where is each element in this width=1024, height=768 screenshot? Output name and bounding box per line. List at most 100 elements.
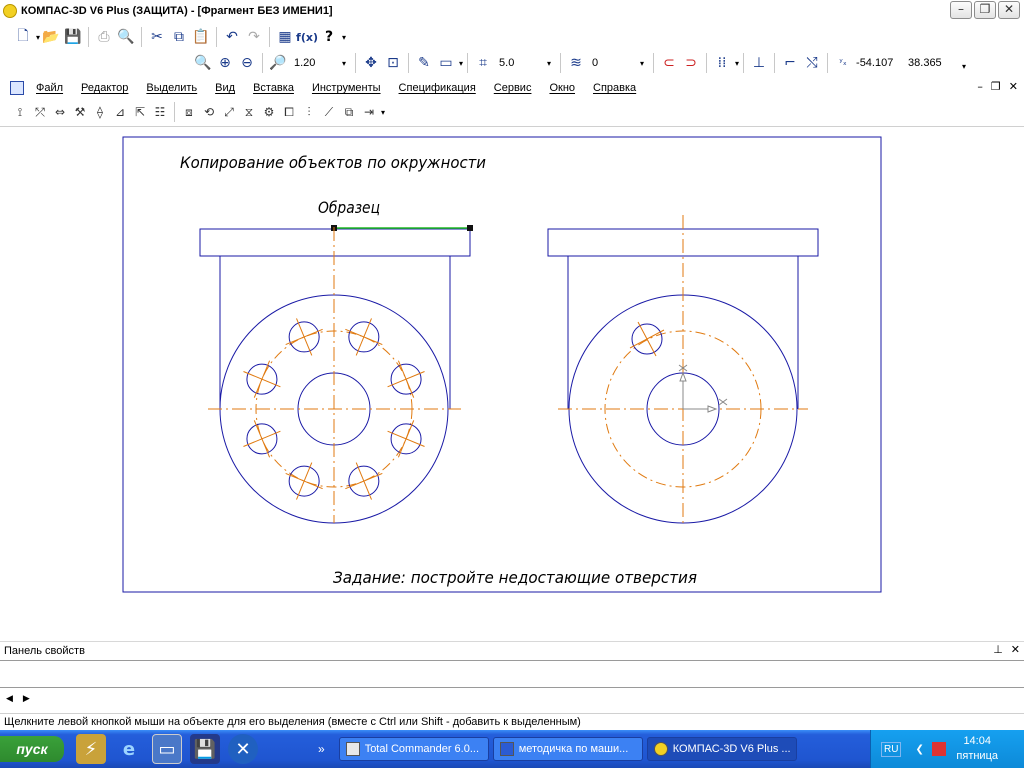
internet-explorer-icon[interactable]: e (114, 734, 144, 764)
menu-item-service[interactable]: Сервис (494, 82, 532, 94)
parametrization-tool-icon[interactable]: ⟠ (90, 101, 110, 123)
doc-minimize-icon[interactable]: – (977, 80, 983, 93)
menu-item-view[interactable]: Вид (215, 82, 235, 94)
copy-array-icon[interactable]: ⚙ (259, 101, 279, 123)
selection-handle[interactable] (467, 225, 473, 231)
print-preview-icon[interactable]: 🔍 (115, 26, 137, 48)
sample-top-plate[interactable] (199, 228, 471, 257)
scale-icon[interactable]: ⤢ (219, 101, 239, 123)
winamp-icon[interactable]: ⚡ (76, 734, 106, 764)
task-total-commander[interactable]: Total Commander 6.0... (338, 737, 489, 761)
style-dropdown-icon[interactable]: ▾ (459, 59, 463, 68)
line-style-icon[interactable]: ✎ (413, 52, 435, 74)
language-indicator[interactable]: RU (881, 741, 902, 757)
layer-field[interactable]: 0 ▾ (587, 54, 650, 72)
menu-item-editor[interactable]: Редактор (81, 82, 128, 94)
grid-icon[interactable]: ⁞⁞ (711, 52, 733, 74)
deform-icon[interactable]: ⧠ (279, 101, 299, 123)
cut-icon[interactable]: ✂ (146, 26, 168, 48)
group-icon[interactable]: ⧉ (339, 101, 359, 123)
explode-icon[interactable]: ⇥ (359, 101, 379, 123)
task-part[interactable] (547, 215, 819, 524)
edit-tool-icon[interactable]: ⚒ (70, 101, 90, 123)
menu-item-select[interactable]: Выделить (146, 82, 197, 94)
tools-dropdown-icon[interactable]: ▾ (381, 108, 385, 117)
measure-tool-icon[interactable]: ⊿ (110, 101, 130, 123)
coordinates-dropdown-icon[interactable]: ▾ (962, 62, 966, 71)
sample-part[interactable] (199, 225, 473, 524)
context-help-button[interactable]: ? (318, 26, 340, 48)
title-bar[interactable]: КОМПАС-3D V6 Plus (ЗАЩИТА) - [Фрагмент Б… (0, 0, 1024, 22)
grid-dropdown-icon[interactable]: ▾ (735, 59, 739, 68)
local-coordinate-system-icon[interactable]: ⊥ (748, 52, 770, 74)
snap-magnet-icon[interactable]: ⊂ (658, 52, 680, 74)
cursor-step-field[interactable]: 5.0 ▾ (494, 54, 557, 72)
quick-launch-overflow[interactable]: » (318, 742, 325, 756)
chevron-down-icon[interactable]: ▾ (640, 59, 644, 68)
drawing-canvas[interactable]: Копирование объектов по окружности Образ… (0, 126, 1024, 636)
spec-tool-icon[interactable]: ☷ (150, 101, 170, 123)
dimension-tool-icon[interactable]: ⇔ (50, 101, 70, 123)
menu-item-file[interactable]: Файл (36, 82, 63, 94)
doc-close-icon[interactable]: ✕ (1009, 80, 1018, 93)
cursor-step-icon[interactable]: ⌗ (472, 52, 494, 74)
menu-item-help[interactable]: Справка (593, 82, 636, 94)
floppy-icon[interactable]: 💾 (190, 734, 220, 764)
menu-item-window[interactable]: Окно (549, 82, 575, 94)
network-icon[interactable]: ✕ (228, 734, 258, 764)
ortho-mode-icon[interactable]: ⌐ (779, 52, 801, 74)
mirror-icon[interactable]: ⧖ (239, 101, 259, 123)
maximize-button[interactable]: ❐ (974, 1, 996, 19)
pan-icon[interactable]: ✥ (360, 52, 382, 74)
round-off-icon[interactable]: ⤭ (801, 52, 823, 74)
chevron-down-icon[interactable]: ▾ (342, 59, 346, 68)
minimize-button[interactable]: – (950, 1, 972, 19)
document-icon[interactable] (10, 81, 24, 95)
zoom-window-icon[interactable]: 🔍 (192, 52, 214, 74)
close-icon[interactable]: ✕ (1011, 643, 1020, 656)
geometry-tool-icon[interactable]: ⟟ (10, 101, 30, 123)
rotate-icon[interactable]: ⟲ (199, 101, 219, 123)
pin-icon[interactable]: ⊥ (993, 643, 1003, 656)
chevron-down-icon[interactable]: ▾ (547, 59, 551, 68)
doc-restore-icon[interactable]: ❐ (991, 80, 1001, 93)
print-icon[interactable]: ⎙ (93, 26, 115, 48)
move-icon[interactable]: ⧈ (179, 101, 199, 123)
task-word-document[interactable]: методичка по маши... (492, 737, 643, 761)
undo-icon[interactable]: ↶ (221, 26, 243, 48)
menu-item-tools[interactable]: Инструменты (312, 82, 381, 94)
show-desktop-icon[interactable]: ▭ (152, 734, 182, 764)
local-snap-magnet-icon[interactable]: ⊃ (680, 52, 702, 74)
open-folder-icon[interactable]: 📂 (40, 26, 62, 48)
break-icon[interactable]: ⟋ (319, 101, 339, 123)
antivirus-icon[interactable] (931, 742, 946, 756)
zoom-scale-field[interactable]: 1.20 ▾ (289, 54, 351, 72)
calculator-icon[interactable]: ▦ (274, 26, 296, 48)
paste-icon[interactable]: 📋 (190, 26, 212, 48)
close-button[interactable]: ✕ (998, 1, 1020, 19)
menu-item-specification[interactable]: Спецификация (399, 82, 476, 94)
layers-icon[interactable]: ≋ (565, 52, 587, 74)
show-all-icon[interactable]: ⊡ (382, 52, 404, 74)
menu-item-insert[interactable]: Вставка (253, 82, 294, 94)
zoom-in-icon[interactable]: ⊕ (214, 52, 236, 74)
copy-icon[interactable]: ⧉ (168, 26, 190, 48)
select-tool-icon[interactable]: ⇱ (130, 101, 150, 123)
save-icon[interactable]: 💾 (62, 26, 84, 48)
help-dropdown-icon[interactable]: ▾ (342, 33, 346, 42)
show-hidden-icons-icon[interactable]: ❮ (915, 744, 923, 755)
fill-style-icon[interactable]: ▭ (435, 52, 457, 74)
zoom-scale-icon[interactable]: 🔎 (267, 52, 289, 74)
variables-fx-button[interactable]: f(x) (296, 26, 318, 48)
trim-icon[interactable]: ⫶ (299, 101, 319, 123)
start-button[interactable]: пуск (0, 736, 64, 762)
properties-panel-body[interactable] (0, 660, 1024, 688)
point-tool-icon[interactable]: ⤱ (30, 101, 50, 123)
new-document-icon[interactable]: 🗋 (12, 26, 34, 48)
task-kompas[interactable]: КОМПАС-3D V6 Plus ... (646, 737, 797, 761)
scroll-right-icon[interactable]: ▶ (23, 694, 30, 704)
clock[interactable]: 14:04 пятница (956, 734, 998, 764)
redo-icon[interactable]: ↷ (243, 26, 265, 48)
scroll-left-icon[interactable]: ◀ (6, 694, 13, 704)
zoom-out-icon[interactable]: ⊖ (236, 52, 258, 74)
